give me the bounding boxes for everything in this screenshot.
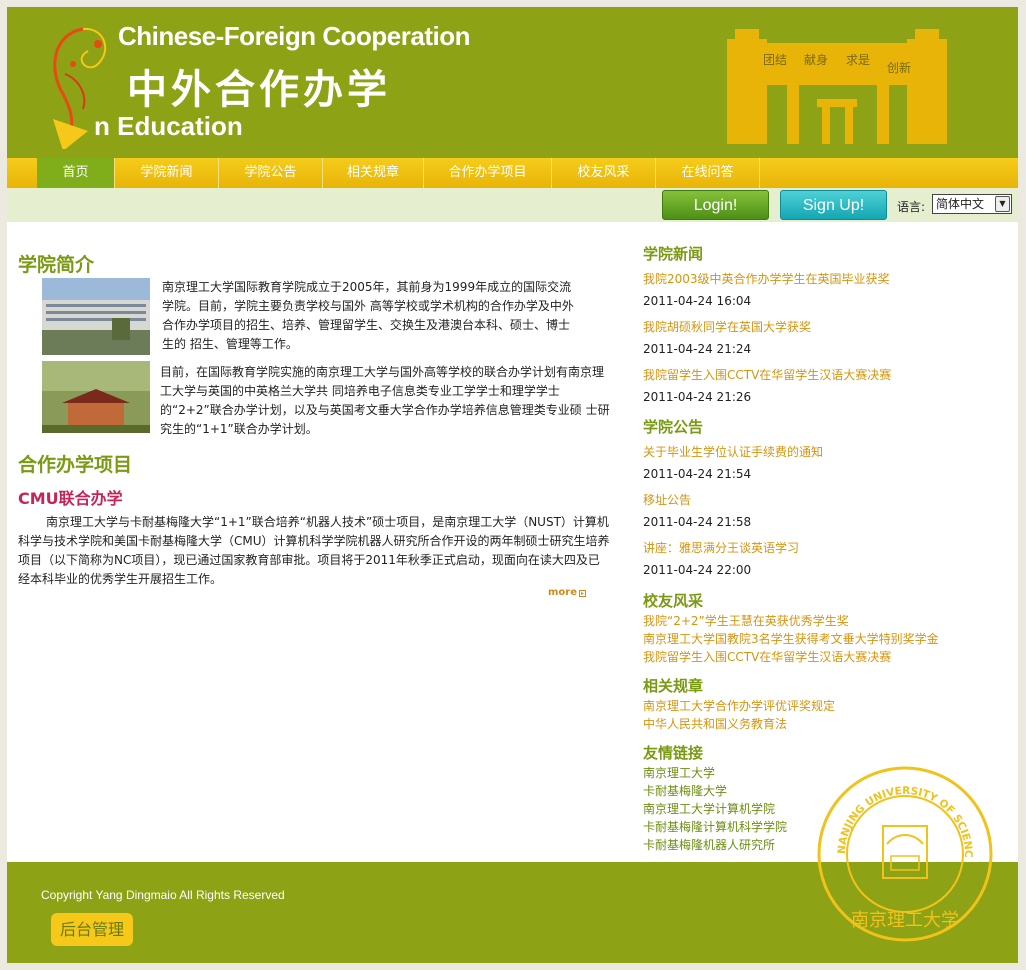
friend-link[interactable]: 卡耐基梅隆计算机科学学院 bbox=[643, 818, 787, 835]
news-heading: 学院新闻 bbox=[643, 245, 704, 263]
friend-link[interactable]: 南京理工大学计算机学院 bbox=[643, 800, 775, 817]
nav-item-projects[interactable]: 合作办学项目 bbox=[424, 158, 552, 188]
intro-paragraph-2: 目前，在国际教育学院实施的南京理工大学与国外高等学校的联合办学计划有南京理 工大… bbox=[160, 363, 610, 439]
text-line: 工大学与英国的中英格兰大学共 同培养电子信息类专业工学学士和理学学士 bbox=[160, 384, 560, 398]
university-gate-icon bbox=[727, 29, 947, 144]
signup-button[interactable]: Sign Up! bbox=[780, 190, 887, 220]
regulations-heading: 相关规章 bbox=[643, 677, 704, 695]
gate-word: 创新 bbox=[887, 61, 912, 75]
nav-item-news[interactable]: 学院新闻 bbox=[115, 158, 219, 188]
notice-item-date: 2011-04-24 22:00 bbox=[643, 563, 752, 577]
text-line: 目前，在国际教育学院实施的南京理工大学与国外高等学校的联合办学计划有南京理 bbox=[160, 365, 605, 379]
admin-button[interactable]: 后台管理 bbox=[51, 913, 133, 946]
chevron-down-icon[interactable]: ▼ bbox=[995, 196, 1010, 212]
alumni-item-link[interactable]: 南京理工大学国教院3名学生获得考文垂大学特别奖学金 bbox=[643, 630, 939, 647]
intro-heading: 学院简介 bbox=[18, 254, 95, 276]
intro-paragraph-1: 南京理工大学国际教育学院成立于2005年，其前身为1999年成立的国际交流 学院… bbox=[162, 278, 574, 354]
news-item-date: 2011-04-24 16:04 bbox=[643, 294, 752, 308]
notice-item-date: 2011-04-24 21:58 bbox=[643, 515, 752, 529]
text-line: 项目（以下简称为NC项目），现已通过国家教育部审批。项目将于2011年秋季正式启… bbox=[18, 553, 600, 567]
arrow-right-icon: ▸ bbox=[579, 590, 587, 597]
cmu-paragraph: 南京理工大学与卡耐基梅隆大学“1+1”联合培养“机器人技术”硕士项目，是南京理工… bbox=[18, 513, 610, 589]
nav-item-home[interactable]: 首页 bbox=[37, 158, 115, 188]
login-bar: Login! Sign Up! 语言: 简体中文 ▼ bbox=[7, 188, 1018, 222]
text-line: 南京理工大学与卡耐基梅隆大学“1+1”联合培养“机器人技术”硕士项目，是南京理工… bbox=[46, 515, 609, 529]
more-link[interactable]: more ▸ bbox=[548, 587, 587, 598]
notices-heading: 学院公告 bbox=[643, 418, 704, 436]
seal-cn-text: 南京理工大学 bbox=[851, 910, 959, 931]
alumni-heading: 校友风采 bbox=[643, 592, 704, 610]
svg-text:NANJING UNIVERSITY OF SCIENCE: NANJING UNIVERSITY OF SCIENCE & TECHNOLO… bbox=[815, 764, 974, 858]
text-line: 的“2+2”联合办学计划，以及与英国考文垂大学合作办学培养信息管理类专业硕 士研 bbox=[160, 403, 610, 417]
nav-item-alumni[interactable]: 校友风采 bbox=[552, 158, 656, 188]
news-item-date: 2011-04-24 21:24 bbox=[643, 342, 752, 356]
news-item-link[interactable]: 我院留学生入围CCTV在华留学生汉语大赛决赛 bbox=[643, 366, 891, 383]
campus-pavilion-photo bbox=[42, 361, 150, 433]
projects-heading: 合作办学项目 bbox=[18, 454, 133, 476]
header-title-en: Chinese-Foreign Cooperation bbox=[118, 21, 470, 51]
cmu-subheading: CMU联合办学 bbox=[18, 489, 123, 508]
notice-item-link[interactable]: 移址公告 bbox=[643, 491, 691, 508]
friend-link[interactable]: 南京理工大学 bbox=[643, 764, 715, 781]
news-item-link[interactable]: 我院2003级中英合作办学学生在英国毕业获奖 bbox=[643, 270, 890, 287]
notice-item-date: 2011-04-24 21:54 bbox=[643, 467, 752, 481]
text-line: 经本科毕业的优秀学生开展招生工作。 bbox=[18, 572, 223, 586]
more-label: more bbox=[548, 587, 578, 598]
links-heading: 友情链接 bbox=[643, 744, 704, 762]
friend-link[interactable]: 卡耐基梅隆大学 bbox=[643, 782, 727, 799]
main-nav: 首页 学院新闻 学院公告 相关规章 合作办学项目 校友风采 在线问答 bbox=[7, 158, 1018, 188]
site-header: Chinese-Foreign Cooperation 中外合作办学 n Edu… bbox=[7, 7, 1018, 158]
gate-word: 献身 bbox=[804, 53, 829, 67]
text-line: 究生的“1+1”联合办学计划。 bbox=[160, 422, 318, 436]
language-label: 语言: bbox=[897, 200, 926, 214]
regulation-item-link[interactable]: 中华人民共和国义务教育法 bbox=[643, 715, 787, 732]
regulation-item-link[interactable]: 南京理工大学合作办学评优评奖规定 bbox=[643, 697, 835, 714]
login-button[interactable]: Login! bbox=[662, 190, 769, 220]
header-subtitle-en: n Education bbox=[94, 111, 243, 141]
seal-text: NANJING UNIVERSITY OF SCIENCE & TECHNOLO… bbox=[815, 764, 974, 858]
gate-word: 求是 bbox=[846, 53, 871, 67]
language-selected-value: 简体中文 bbox=[936, 197, 985, 211]
text-line: 生的 招生、管理等工作。 bbox=[162, 337, 298, 351]
nav-item-qa[interactable]: 在线问答 bbox=[656, 158, 760, 188]
gate-word: 团结 bbox=[763, 53, 788, 67]
header-title-cn: 中外合作办学 bbox=[127, 67, 391, 113]
campus-building-photo bbox=[42, 278, 150, 355]
nav-item-regulations[interactable]: 相关规章 bbox=[323, 158, 424, 188]
news-item-date: 2011-04-24 21:26 bbox=[643, 390, 752, 404]
friend-link[interactable]: 卡耐基梅隆机器人研究所 bbox=[643, 836, 775, 853]
notice-item-link[interactable]: 关于毕业生学位认证手续费的通知 bbox=[643, 443, 823, 460]
text-line: 南京理工大学国际教育学院成立于2005年，其前身为1999年成立的国际交流 bbox=[162, 280, 572, 294]
notice-item-link[interactable]: 讲座：雅思满分王谈英语学习 bbox=[643, 539, 799, 556]
page: Chinese-Foreign Cooperation 中外合作办学 n Edu… bbox=[7, 7, 1018, 963]
alumni-item-link[interactable]: 我院留学生入围CCTV在华留学生汉语大赛决赛 bbox=[643, 648, 891, 665]
text-line: 科学与技术学院和美国卡耐基梅隆大学（CMU）计算机科学学院机器人研究所合作开设的… bbox=[18, 534, 610, 548]
university-seal-icon: NANJING UNIVERSITY OF SCIENCE & TECHNOLO… bbox=[815, 764, 993, 942]
language-select[interactable]: 简体中文 ▼ bbox=[932, 194, 1012, 214]
alumni-item-link[interactable]: 我院“2+2”学生王慧在英获优秀学生奖 bbox=[643, 612, 849, 629]
nav-item-notices[interactable]: 学院公告 bbox=[219, 158, 323, 188]
copyright-text: Copyright Yang Dingmaio All Rights Reser… bbox=[41, 888, 285, 902]
text-line: 学院。目前，学院主要负责学校与国外 高等学校或学术机构的合作办学及中外 bbox=[162, 299, 574, 313]
news-item-link[interactable]: 我院胡硕秋同学在英国大学获奖 bbox=[643, 318, 811, 335]
text-line: 合作办学项目的招生、培养、管理留学生、交换生及港澳台本科、硕士、博士 bbox=[162, 318, 571, 332]
